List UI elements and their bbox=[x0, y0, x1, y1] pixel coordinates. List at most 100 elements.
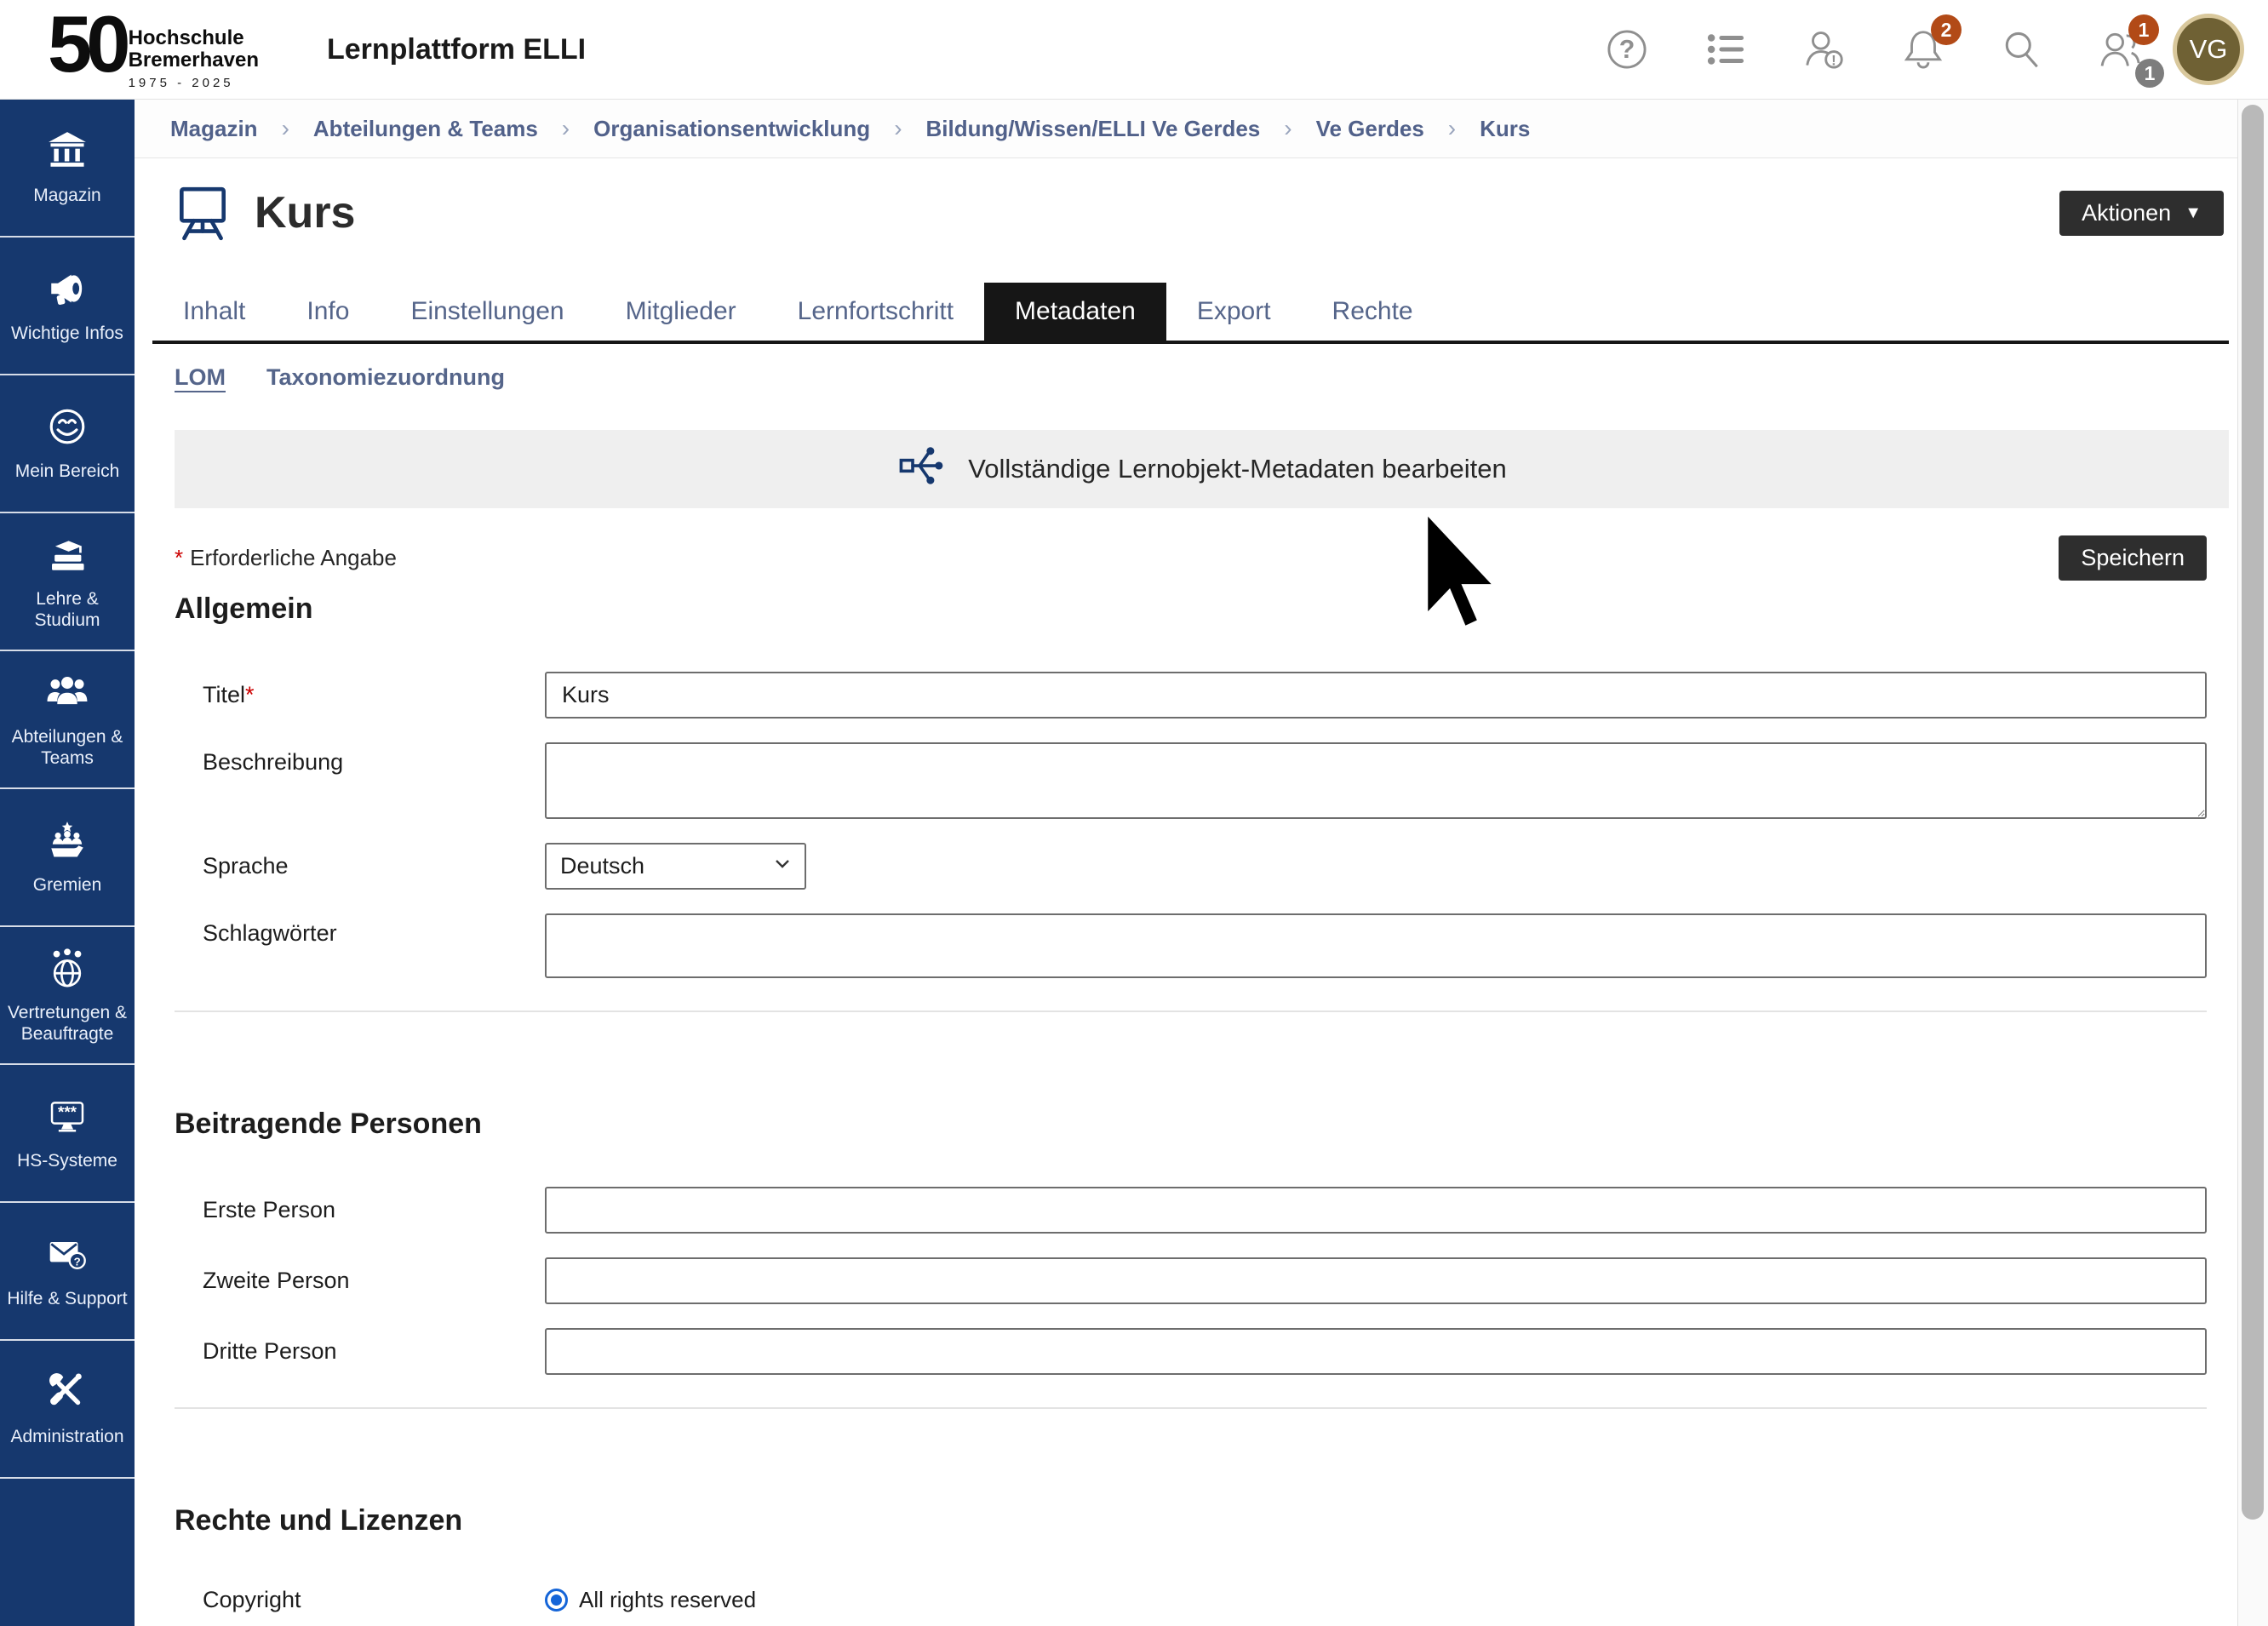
beschreibung-label: Beschreibung bbox=[175, 742, 545, 776]
titel-required-asterisk: * bbox=[245, 682, 255, 707]
sidebar-item-wichtige-infos[interactable]: Wichtige Infos bbox=[0, 238, 135, 375]
sidebar-item-administration[interactable]: Administration bbox=[0, 1341, 135, 1479]
avatar[interactable]: VG bbox=[2173, 14, 2244, 85]
erste-person-input[interactable] bbox=[545, 1187, 2207, 1234]
logo-years: 1975 - 2025 bbox=[129, 76, 259, 90]
sidebar-item-magazin[interactable]: Magazin bbox=[0, 100, 135, 238]
dritte-person-input[interactable] bbox=[545, 1328, 2207, 1375]
bulleted-list-icon bbox=[1703, 26, 1749, 72]
breadcrumb: Magazin › Abteilungen & Teams › Organisa… bbox=[135, 100, 2237, 158]
header-icon-bar: ? bbox=[1604, 26, 2144, 72]
sidebar-item-gremien[interactable]: Gremien bbox=[0, 789, 135, 927]
breadcrumb-separator-icon: › bbox=[1284, 115, 1292, 142]
help-icon: ? bbox=[1604, 26, 1650, 72]
search-button[interactable] bbox=[1999, 26, 2045, 72]
tab-rechte[interactable]: Rechte bbox=[1302, 283, 1444, 341]
breadcrumb-separator-icon: › bbox=[894, 115, 902, 142]
tab-info[interactable]: Info bbox=[276, 283, 380, 341]
breadcrumb-item-abteilungen-teams[interactable]: Abteilungen & Teams bbox=[313, 116, 538, 142]
sprache-select[interactable]: Deutsch bbox=[545, 843, 806, 890]
edit-full-metadata-banner[interactable]: Vollständige Lernobjekt-Metadaten bearbe… bbox=[175, 430, 2229, 508]
titel-input[interactable] bbox=[545, 672, 2207, 719]
required-hint: *Erforderliche Angabe bbox=[175, 545, 397, 571]
course-easel-icon bbox=[175, 182, 231, 243]
breadcrumb-item-organisationsentwicklung[interactable]: Organisationsentwicklung bbox=[593, 116, 870, 142]
vertical-scrollbar-thumb[interactable] bbox=[2242, 105, 2264, 1520]
zweite-person-input[interactable] bbox=[545, 1257, 2207, 1304]
schlagwoerter-input[interactable] bbox=[545, 913, 2207, 978]
subtab-lom[interactable]: LOM bbox=[175, 364, 226, 391]
titel-label: Titel* bbox=[175, 682, 545, 708]
breadcrumb-separator-icon: › bbox=[1448, 115, 1456, 142]
dritte-person-label: Dritte Person bbox=[175, 1338, 545, 1365]
speichern-button[interactable]: Speichern bbox=[2059, 535, 2207, 581]
breadcrumb-item-bildung-wissen[interactable]: Bildung/Wissen/ELLI Ve Gerdes bbox=[926, 116, 1261, 142]
sidebar-item-label: Mein Bereich bbox=[15, 461, 120, 482]
tab-metadaten[interactable]: Metadaten bbox=[984, 283, 1166, 341]
logo-name-line2: Bremerhaven bbox=[129, 49, 259, 72]
tab-lernfortschritt[interactable]: Lernfortschritt bbox=[767, 283, 984, 341]
who-is-online-button[interactable]: ! bbox=[1801, 26, 1847, 72]
subtab-taxonomiezuordnung[interactable]: Taxonomiezuordnung bbox=[266, 364, 505, 391]
breadcrumb-item-magazin[interactable]: Magazin bbox=[170, 116, 258, 142]
breadcrumb-item-ve-gerdes[interactable]: Ve Gerdes bbox=[1316, 116, 1424, 142]
sidebar-item-label: Vertretungen & Beauftragte bbox=[3, 1002, 132, 1045]
page-root: 50 Hochschule Bremerhaven 1975 - 2025 Le… bbox=[0, 0, 2268, 1626]
tab-export[interactable]: Export bbox=[1166, 283, 1302, 341]
beschreibung-textarea[interactable] bbox=[545, 742, 2207, 819]
app-title: Lernplattform ELLI bbox=[327, 33, 586, 66]
megaphone-icon bbox=[46, 267, 89, 315]
notifications-button[interactable]: 2 bbox=[1900, 26, 1946, 72]
books-icon bbox=[46, 533, 89, 581]
sprache-selected-value: Deutsch bbox=[560, 853, 644, 879]
sidebar-item-label: Abteilungen & Teams bbox=[3, 726, 132, 769]
copyright-radio-all-rights-reserved[interactable] bbox=[545, 1589, 568, 1612]
sidebar-item-hilfe-support[interactable]: ? Hilfe & Support bbox=[0, 1203, 135, 1341]
allgemein-form-grid: Titel* Beschreibung Sprache Deutsch Schl… bbox=[175, 672, 2229, 978]
section-heading-beitragende-personen: Beitragende Personen bbox=[175, 1108, 2229, 1141]
section-divider bbox=[175, 1407, 2207, 1409]
sidebar-item-label: Administration bbox=[10, 1426, 123, 1447]
aktionen-button[interactable]: Aktionen ▼ bbox=[2059, 191, 2224, 236]
erste-person-label: Erste Person bbox=[175, 1197, 545, 1223]
sidebar-item-abteilungen-teams[interactable]: Abteilungen & Teams bbox=[0, 651, 135, 789]
user-status-icon: ! bbox=[1801, 26, 1847, 72]
tab-inhalt[interactable]: Inhalt bbox=[152, 283, 276, 341]
zweite-person-label: Zweite Person bbox=[175, 1268, 545, 1294]
schlagwoerter-label: Schlagwörter bbox=[175, 913, 545, 947]
svg-text:?: ? bbox=[1619, 36, 1635, 64]
contacts-button[interactable]: 1 1 bbox=[2098, 26, 2144, 72]
sidebar-item-hs-systeme[interactable]: *** HS-Systeme bbox=[0, 1065, 135, 1203]
help-button[interactable]: ? bbox=[1604, 26, 1650, 72]
sidebar-item-label: HS-Systeme bbox=[17, 1150, 117, 1171]
copyright-row: Copyright All rights reserved bbox=[175, 1587, 2229, 1613]
sidebar-item-vertretungen-beauftragte[interactable]: Vertretungen & Beauftragte bbox=[0, 927, 135, 1065]
sidebar-item-label: Hilfe & Support bbox=[7, 1288, 127, 1309]
share-node-icon bbox=[896, 441, 946, 497]
tab-einstellungen[interactable]: Einstellungen bbox=[380, 283, 594, 341]
notifications-badge: 2 bbox=[1931, 14, 1962, 45]
beitragende-form-grid: Erste Person Zweite Person Dritte Person bbox=[175, 1187, 2229, 1375]
svg-text:?: ? bbox=[74, 1255, 81, 1268]
required-asterisk: * bbox=[175, 545, 183, 570]
breadcrumb-item-kurs[interactable]: Kurs bbox=[1480, 116, 1530, 142]
sidebar-item-label: Gremien bbox=[33, 874, 102, 896]
breadcrumb-separator-icon: › bbox=[562, 115, 570, 142]
smiley-icon bbox=[46, 405, 89, 453]
tab-bar: Inhalt Info Einstellungen Mitglieder Ler… bbox=[152, 283, 2229, 344]
logo-name-line1: Hochschule bbox=[129, 27, 259, 49]
sidebar-item-mein-bereich[interactable]: Mein Bereich bbox=[0, 375, 135, 513]
hochschule-bremerhaven-logo[interactable]: 50 Hochschule Bremerhaven 1975 - 2025 bbox=[48, 9, 259, 90]
chevron-down-icon bbox=[772, 853, 793, 879]
sidebar-item-lehre-studium[interactable]: Lehre & Studium bbox=[0, 513, 135, 651]
logo-50-anniversary: 50 bbox=[48, 9, 125, 80]
tab-mitglieder[interactable]: Mitglieder bbox=[595, 283, 767, 341]
svg-text:!: ! bbox=[1831, 53, 1836, 69]
monitor-icon: *** bbox=[46, 1095, 89, 1142]
contacts-badge-new: 1 bbox=[2128, 14, 2159, 45]
overview-list-button[interactable] bbox=[1703, 26, 1749, 72]
chevron-down-icon: ▼ bbox=[2185, 203, 2202, 223]
bank-icon bbox=[46, 129, 89, 177]
vertical-scrollbar-track[interactable] bbox=[2237, 100, 2268, 1626]
sprache-label: Sprache bbox=[175, 853, 545, 879]
